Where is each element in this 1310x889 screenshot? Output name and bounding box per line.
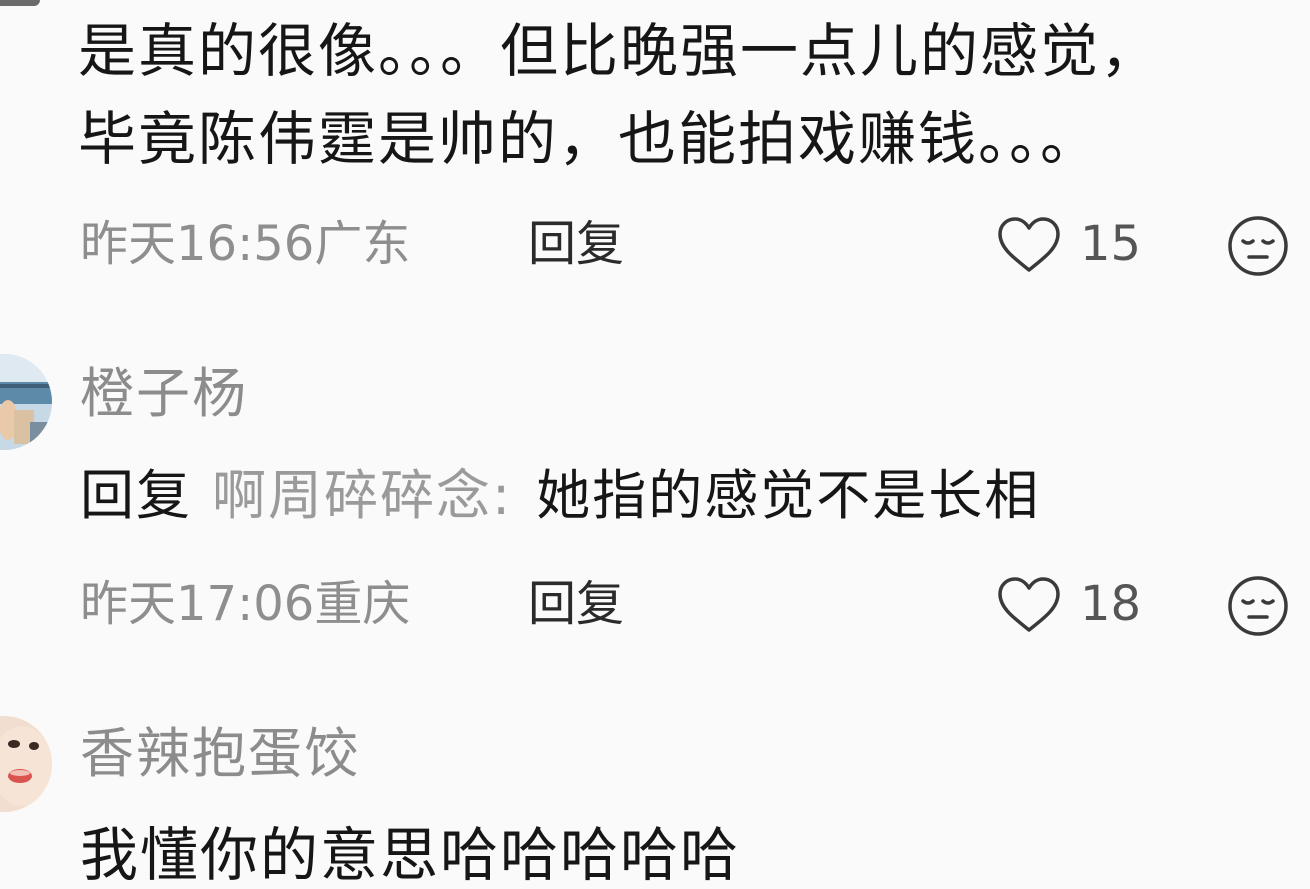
like-count: 18 [1080, 576, 1142, 632]
reply-button[interactable]: 回复 [528, 214, 624, 274]
expressionless-face-icon[interactable] [1226, 214, 1290, 278]
comment-text-line: 是真的很像。。。但比晚强一点儿的感觉， [78, 17, 1161, 85]
avatar[interactable] [0, 716, 52, 812]
like-count: 15 [1080, 216, 1142, 272]
avatar[interactable] [0, 354, 52, 450]
reply-prefix: 回复 [80, 464, 192, 527]
heart-outline-icon[interactable] [996, 576, 1062, 634]
avatar-image [0, 716, 52, 812]
reply-button[interactable]: 回复 [528, 574, 624, 634]
reply-target-username[interactable]: 啊周碎碎念 [212, 464, 492, 527]
reply-line: 回复 啊周碎碎念: 她指的感觉不是长相 [80, 466, 1040, 526]
heart-outline-icon[interactable] [996, 216, 1062, 274]
expressionless-face-icon[interactable] [1226, 574, 1290, 638]
comment-username[interactable]: 香辣抱蛋饺 [80, 724, 360, 784]
comment-meta-row: 昨天17:06重庆 回复 18 [0, 574, 1310, 638]
comment-text-line: 毕竟陈伟霆是帅的，也能拍戏赚钱。。。 [78, 105, 1101, 173]
comment-time-location: 昨天16:56广东 [80, 216, 411, 272]
avatar-edge [0, 0, 40, 6]
reply-text: 她指的感觉不是长相 [536, 464, 1041, 527]
avatar-image [0, 354, 52, 450]
reply-colon: : [492, 464, 513, 527]
comment-meta-row: 昨天16:56广东 回复 15 [0, 214, 1310, 278]
comment-username[interactable]: 橙子杨 [80, 364, 248, 424]
comment-text-line: 我懂你的意思哈哈哈哈哈 [80, 821, 741, 889]
comment-time-location: 昨天17:06重庆 [80, 576, 411, 632]
